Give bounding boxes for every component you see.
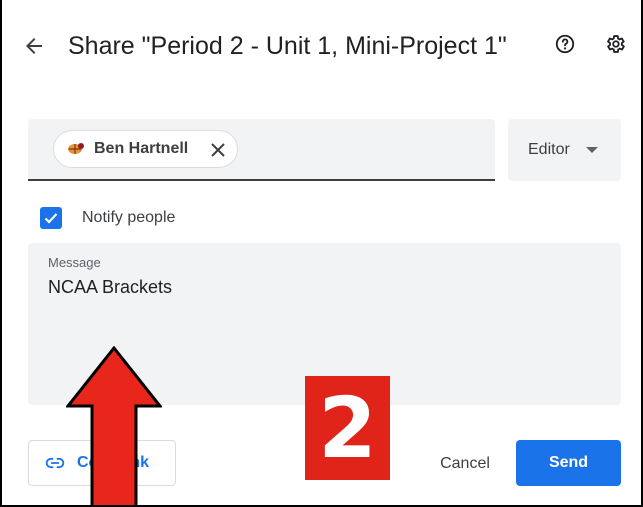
- dialog-title: Share "Period 2 - Unit 1, Mini-Project 1…: [68, 32, 507, 60]
- basketball-avatar-icon: [68, 143, 84, 154]
- people-input-field[interactable]: Ben Hartnell: [28, 119, 495, 181]
- arrow-back-icon: [26, 38, 42, 54]
- send-button[interactable]: Send: [516, 440, 621, 486]
- close-icon: [211, 143, 225, 157]
- remove-recipient-button[interactable]: [207, 139, 229, 161]
- recipient-name: Ben Hartnell: [94, 140, 189, 157]
- avatar: [66, 139, 86, 159]
- notify-people-row: Notify people: [40, 204, 175, 232]
- notify-people-label: Notify people: [82, 209, 176, 226]
- role-dropdown[interactable]: Editor: [508, 119, 621, 181]
- back-button[interactable]: [18, 30, 50, 62]
- recipient-chip[interactable]: Ben Hartnell: [53, 130, 238, 168]
- message-label: Message: [48, 255, 101, 270]
- notify-people-checkbox[interactable]: [40, 207, 62, 229]
- red-up-arrow-annotation: [66, 346, 162, 505]
- message-value: NCAA Brackets: [48, 277, 173, 297]
- help-button[interactable]: [550, 29, 580, 59]
- settings-button[interactable]: [600, 29, 630, 59]
- share-dialog: Share "Period 2 - Unit 1, Mini-Project 1…: [2, 0, 641, 505]
- role-selected-value: Editor: [528, 141, 570, 158]
- check-icon: [44, 213, 58, 224]
- help-icon: [555, 34, 575, 54]
- caret-down-icon: [585, 147, 598, 153]
- gear-icon: [607, 35, 625, 53]
- link-icon: [45, 457, 65, 469]
- cancel-button[interactable]: Cancel: [420, 444, 510, 484]
- dialog-header: Share "Period 2 - Unit 1, Mini-Project 1…: [2, 0, 641, 110]
- step-number-badge: 2: [305, 376, 390, 480]
- step-number: 2: [318, 379, 377, 477]
